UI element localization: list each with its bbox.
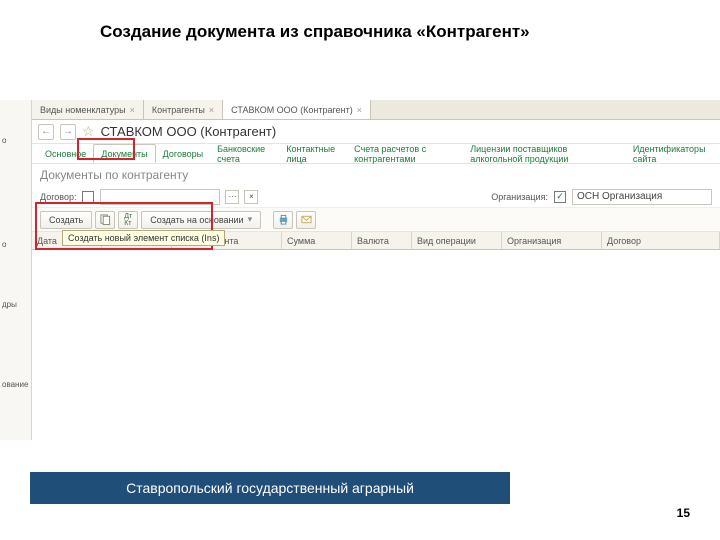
star-icon[interactable]: ☆ <box>82 123 95 140</box>
tab-kontragenty[interactable]: Контрагенты × <box>144 100 223 119</box>
page-number: 15 <box>677 506 690 520</box>
org-label: Организация: <box>491 192 548 202</box>
sidebar-label: ование <box>2 380 28 389</box>
copy-button[interactable] <box>95 211 115 229</box>
section-title: Документы по контрагенту <box>32 164 720 186</box>
close-icon[interactable]: × <box>209 105 214 115</box>
tab-stavkom[interactable]: СТАВКОМ ООО (Контрагент) × <box>223 100 371 119</box>
dogovor-checkbox[interactable] <box>82 191 94 203</box>
email-button[interactable] <box>296 211 316 229</box>
left-sidebar: о о дры ование <box>0 100 32 440</box>
print-icon <box>278 214 289 225</box>
subtab-accounts[interactable]: Счета расчетов с контрагентами <box>347 144 463 163</box>
sidebar-label: о <box>2 136 6 145</box>
app-window: о о дры ование Виды номенклатуры × Контра… <box>0 100 720 440</box>
close-icon[interactable]: × <box>357 105 362 115</box>
dogovor-field[interactable] <box>100 189 220 205</box>
subtab-bar: Основное Документы Договоры Банковские с… <box>32 144 720 164</box>
org-checkbox[interactable]: ✓ <box>554 191 566 203</box>
tab-label: СТАВКОМ ООО (Контрагент) <box>231 105 353 115</box>
dogovor-clear-button[interactable]: × <box>244 190 258 204</box>
col-org[interactable]: Организация <box>502 232 602 249</box>
create-on-basis-button[interactable]: Создать на основании▾ <box>141 211 261 229</box>
subtab-dokumenty[interactable]: Документы <box>93 144 155 163</box>
back-button[interactable]: ← <box>38 124 54 140</box>
dogovor-more-button[interactable]: ··· <box>225 190 239 204</box>
tab-label: Виды номенклатуры <box>40 105 126 115</box>
subtab-bank-accounts[interactable]: Банковские счета <box>210 144 279 163</box>
dtkt-button[interactable]: ДтКт <box>118 211 138 229</box>
tab-label: Контрагенты <box>152 105 205 115</box>
subtab-osnovnoe[interactable]: Основное <box>38 144 93 163</box>
dogovor-label: Договор: <box>40 192 76 202</box>
subtab-dogovory[interactable]: Договоры <box>156 144 210 163</box>
subtab-contacts[interactable]: Контактные лица <box>279 144 347 163</box>
org-field[interactable]: ОСН Организация <box>572 189 712 205</box>
subtab-site-ids[interactable]: Идентификаторы сайта <box>626 144 714 163</box>
col-optype[interactable]: Вид операции <box>412 232 502 249</box>
subtab-licenses[interactable]: Лицензии поставщиков алкогольной продукц… <box>463 144 626 163</box>
email-icon <box>301 214 312 225</box>
sidebar-label: о <box>2 240 6 249</box>
footer-bar: Ставропольский государственный аграрный <box>30 472 510 504</box>
header-row: ← → ☆ СТАВКОМ ООО (Контрагент) <box>32 120 720 144</box>
page-title: СТАВКОМ ООО (Контрагент) <box>101 124 277 139</box>
tab-vidy-nomenklatury[interactable]: Виды номенклатуры × <box>32 100 144 119</box>
toolbar: Создать ДтКт Создать на основании▾ Созда… <box>32 208 720 232</box>
col-currency[interactable]: Валюта <box>352 232 412 249</box>
print-button[interactable] <box>273 211 293 229</box>
slide-title: Создание документа из справочника «Контр… <box>100 22 530 42</box>
close-icon[interactable]: × <box>130 105 135 115</box>
create-tooltip: Создать новый элемент списка (Ins) <box>62 230 225 246</box>
sidebar-label: дры <box>2 300 17 309</box>
window-tabs: Виды номенклатуры × Контрагенты × СТАВКОМ … <box>32 100 720 120</box>
main-pane: Виды номенклатуры × Контрагенты × СТАВКОМ … <box>32 100 720 440</box>
footer-text: Ставропольский государственный аграрный <box>126 480 414 496</box>
forward-button[interactable]: → <box>60 124 76 140</box>
col-dogovor[interactable]: Договор <box>602 232 720 249</box>
grid-body[interactable] <box>32 250 720 440</box>
filter-row: Договор: ··· × Организация: ✓ ОСН Органи… <box>32 186 720 208</box>
create-button[interactable]: Создать <box>40 211 92 229</box>
col-sum[interactable]: Сумма <box>282 232 352 249</box>
copy-icon <box>100 214 111 225</box>
